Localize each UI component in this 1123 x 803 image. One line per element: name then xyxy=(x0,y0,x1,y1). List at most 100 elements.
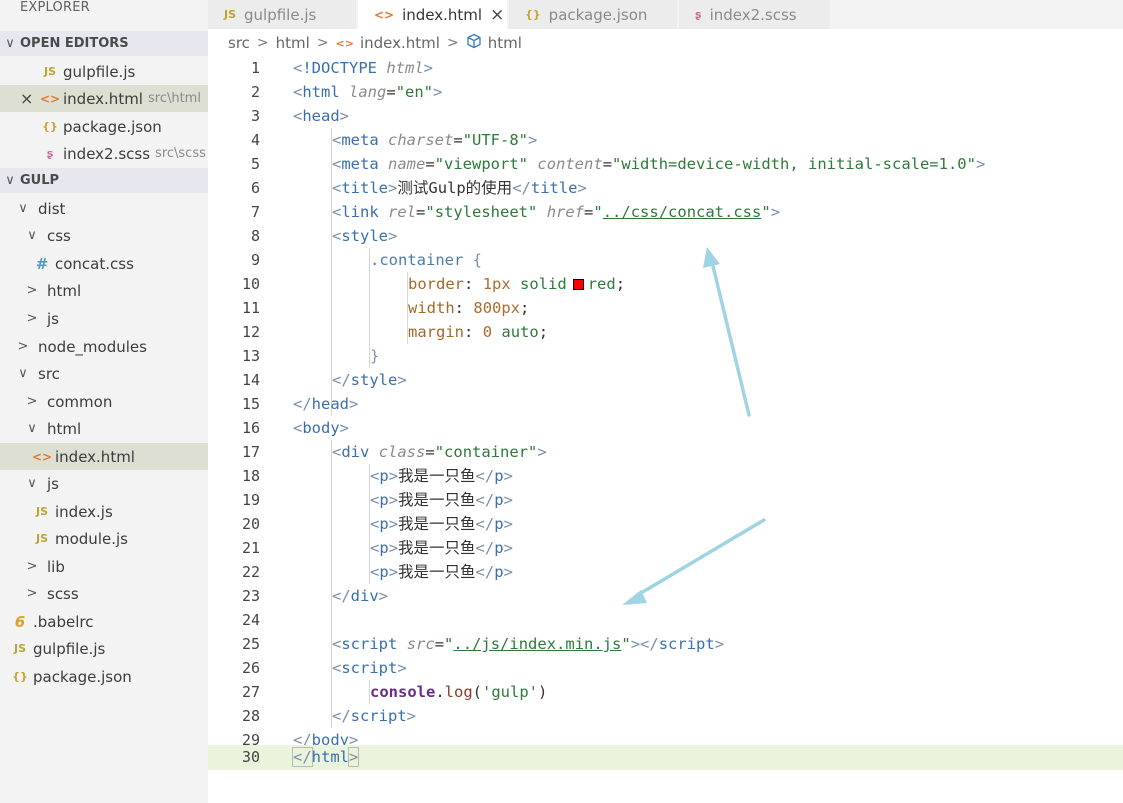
tree-file-concat-css[interactable]: # concat.css xyxy=(0,250,208,277)
tree-folder-src-html[interactable]: ∨ html xyxy=(0,415,208,442)
code-line: 1 <!DOCTYPE html> xyxy=(208,56,1123,80)
gulp-folder-header[interactable]: ∨ GULP xyxy=(0,168,208,193)
js-file-icon: JS xyxy=(35,505,48,518)
open-editor-item-active[interactable]: × <> index.html src\html xyxy=(0,85,208,112)
code-line: 4 <meta charset="UTF-8"> xyxy=(208,128,1123,152)
explorer-title: EXPLORER xyxy=(20,0,90,15)
tree-file-gulpfile-js[interactable]: JS gulpfile.js xyxy=(0,635,208,662)
tree-item-label: css xyxy=(47,226,71,245)
code-line: 18 <p>我是一只鱼</p> xyxy=(208,464,1123,488)
tree-item-label: scss xyxy=(47,584,79,603)
tab-label: index2.scss xyxy=(709,5,797,24)
code-line: 15 </head> xyxy=(208,392,1123,416)
line-number: 10 xyxy=(241,275,260,293)
code-line: 22 <p>我是一只鱼</p> xyxy=(208,560,1123,584)
chevron-down-icon: ∨ xyxy=(5,173,15,188)
open-editors-label: OPEN EDITORS xyxy=(20,36,129,51)
tree-folder-src[interactable]: ∨ src xyxy=(0,360,208,387)
code-line: 9 .container { xyxy=(208,248,1123,272)
tab-index-html[interactable]: <> index.html × xyxy=(358,0,508,29)
code-line: 24 xyxy=(208,608,1123,632)
line-number: 4 xyxy=(250,131,260,149)
tree-folder-css[interactable]: ∨ css xyxy=(0,222,208,249)
line-number: 17 xyxy=(241,443,260,461)
tree-folder-src-js[interactable]: ∨ js xyxy=(0,470,208,497)
cube-icon xyxy=(466,33,482,53)
line-number: 13 xyxy=(241,347,260,365)
chevron-right-icon: > xyxy=(26,283,38,298)
close-icon[interactable]: × xyxy=(20,89,33,108)
chevron-right-icon: > xyxy=(26,559,38,574)
css-link[interactable]: ../css/concat.css xyxy=(603,203,762,221)
breadcrumb: src > html > <> index.html > html xyxy=(228,32,522,54)
code-line: 20 <p>我是一只鱼</p> xyxy=(208,512,1123,536)
close-icon[interactable]: × xyxy=(490,5,504,25)
line-number: 9 xyxy=(250,251,260,269)
breadcrumb-html-folder[interactable]: html xyxy=(276,34,310,52)
code-line: 13 } xyxy=(208,344,1123,368)
tab-label: index.html xyxy=(402,5,483,24)
babel-file-icon: 6 xyxy=(14,612,26,631)
tab-index2-scss[interactable]: ʂ index2.scss xyxy=(679,0,831,29)
tree-folder-js[interactable]: > js xyxy=(0,305,208,332)
tree-item-label: dist xyxy=(38,199,66,218)
html-file-icon: <> xyxy=(374,7,395,22)
line-number: 27 xyxy=(241,683,260,701)
tree-folder-common[interactable]: > common xyxy=(0,388,208,415)
chevron-down-icon: ∨ xyxy=(18,201,28,216)
open-editor-item[interactable]: {} package.json xyxy=(0,113,208,140)
tree-folder-scss[interactable]: > scss xyxy=(0,580,208,607)
code-line: 21 <p>我是一只鱼</p> xyxy=(208,536,1123,560)
code-line: 5 <meta name="viewport" content="width=d… xyxy=(208,152,1123,176)
js-link[interactable]: ../js/index.min.js xyxy=(453,635,621,653)
line-number: 3 xyxy=(250,107,260,125)
tab-label: package.json xyxy=(548,5,648,24)
tree-file-index-js[interactable]: JS index.js xyxy=(0,498,208,525)
code-line: 16 <body> xyxy=(208,416,1123,440)
open-editor-name: package.json xyxy=(63,117,162,136)
css-file-icon: # xyxy=(35,254,49,273)
tree-item-label: gulpfile.js xyxy=(33,639,106,658)
chevron-right-icon: > xyxy=(26,311,38,326)
html-file-icon: <> xyxy=(335,36,354,50)
line-number: 16 xyxy=(241,419,260,437)
js-file-icon: JS xyxy=(43,65,56,78)
open-editor-name: index2.scss xyxy=(63,144,151,163)
tree-file-module-js[interactable]: JS module.js xyxy=(0,525,208,552)
tree-item-label: lib xyxy=(47,557,65,576)
code-line: 2 <html lang="en"> xyxy=(208,80,1123,104)
breadcrumb-src[interactable]: src xyxy=(228,34,250,52)
tab-package-json[interactable]: {} package.json xyxy=(509,0,678,29)
code-line: 26 <script> xyxy=(208,656,1123,680)
line-number: 21 xyxy=(241,539,260,557)
scss-file-icon: ʂ xyxy=(46,147,54,160)
tree-folder-lib[interactable]: > lib xyxy=(0,553,208,580)
tree-file-index-html[interactable]: <> index.html xyxy=(0,443,208,470)
line-number: 8 xyxy=(250,227,260,245)
line-number: 19 xyxy=(241,491,260,509)
tree-folder-dist[interactable]: ∨ dist xyxy=(0,195,208,222)
tree-file-package-json[interactable]: {} package.json xyxy=(0,663,208,690)
tree-item-label: module.js xyxy=(55,529,128,548)
js-file-icon: JS xyxy=(13,642,26,655)
code-line: 19 <p>我是一只鱼</p> xyxy=(208,488,1123,512)
open-editors-header[interactable]: ∨ OPEN EDITORS xyxy=(0,31,208,56)
chevron-down-icon: ∨ xyxy=(27,421,37,436)
open-editor-item[interactable]: JS gulpfile.js xyxy=(0,58,208,85)
line-number: 12 xyxy=(241,323,260,341)
tree-folder-node-modules[interactable]: > node_modules xyxy=(0,333,208,360)
tab-gulpfile-js[interactable]: JS gulpfile.js xyxy=(208,0,357,29)
tree-folder-html[interactable]: > html xyxy=(0,277,208,304)
explorer-sidebar: EXPLORER ∨ OPEN EDITORS JS gulpfile.js ×… xyxy=(0,0,208,803)
open-editor-item[interactable]: ʂ index2.scss src\scss xyxy=(0,140,208,167)
code-editor[interactable]: 1 <!DOCTYPE html> 2 <html lang="en"> 3 <… xyxy=(208,56,1123,803)
breadcrumb-symbol[interactable]: html xyxy=(488,34,522,52)
tree-file-babelrc[interactable]: 6 .babelrc xyxy=(0,608,208,635)
breadcrumb-file[interactable]: index.html xyxy=(360,34,440,52)
code-line: 14 </style> xyxy=(208,368,1123,392)
html-file-icon: <> xyxy=(40,91,61,106)
open-editor-path: src\scss xyxy=(155,146,206,161)
color-swatch-red[interactable] xyxy=(572,279,584,290)
chevron-right-icon: > xyxy=(256,35,269,51)
tree-item-label: common xyxy=(47,392,113,411)
